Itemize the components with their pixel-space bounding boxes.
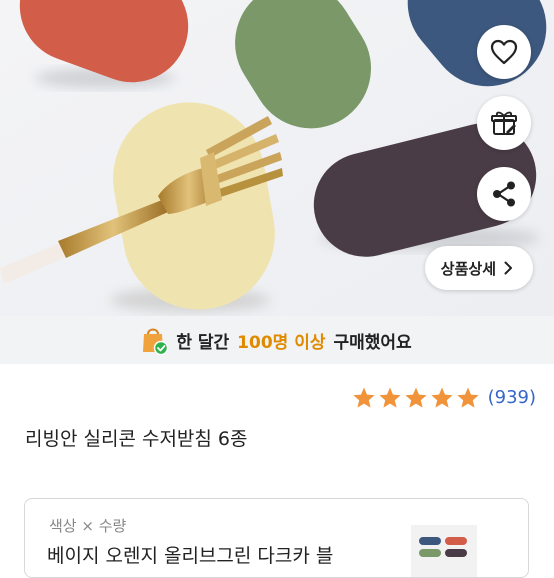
product-detail-button[interactable]: 상품상세 [424, 246, 533, 290]
star-icon [352, 387, 375, 408]
share-icon [493, 181, 515, 207]
star-icon [430, 387, 453, 408]
chevron-right-icon [504, 261, 512, 275]
wishlist-button[interactable] [477, 25, 531, 79]
star-icon [378, 387, 401, 408]
heart-icon [490, 39, 518, 65]
option-value: 베이지 오렌지 올리브그린 다크카 블 [47, 545, 334, 567]
review-count[interactable]: (939) [488, 387, 536, 408]
star-icon [404, 387, 427, 408]
shopping-bag-check-icon [143, 328, 169, 355]
gift-icon [491, 111, 517, 135]
star-icon [456, 387, 479, 408]
product-title: 리빙안 실리콘 수저받침 6종 [25, 428, 248, 450]
option-selector[interactable]: 색상 × 수량 베이지 오렌지 올리브그린 다크카 블 [24, 498, 529, 578]
banner-prefix: 한 달간 [176, 332, 230, 353]
banner-highlight: 100명 이상 [237, 332, 326, 353]
purchase-count-banner: 한 달간 100명 이상 구매했어요 [0, 316, 554, 364]
star-rating [352, 386, 480, 409]
option-label: 색상 × 수량 [49, 517, 127, 535]
option-thumbnail [411, 525, 477, 577]
banner-suffix: 구매했어요 [333, 332, 412, 353]
share-button[interactable] [477, 167, 531, 221]
review-rating[interactable]: (939) [352, 386, 536, 409]
gift-button[interactable] [477, 96, 531, 150]
product-detail-label: 상품상세 [440, 259, 496, 278]
